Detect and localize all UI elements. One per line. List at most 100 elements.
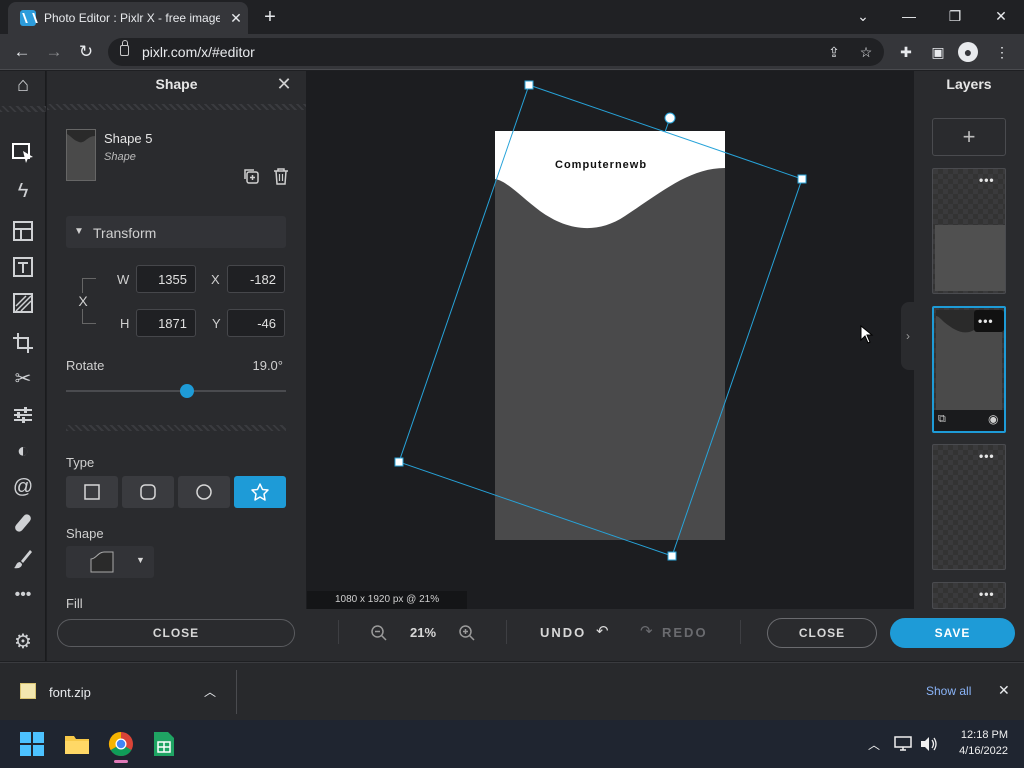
profile-avatar-icon[interactable]: ●	[958, 42, 978, 62]
layer-type: Shape	[104, 151, 136, 163]
save-button[interactable]: SAVE	[890, 618, 1015, 648]
panel-close-icon[interactable]: ✕	[274, 74, 294, 94]
filter-contrast-icon[interactable]: ◐	[8, 436, 38, 466]
window-close-button[interactable]: ✕	[987, 4, 1015, 28]
browser-tab[interactable]: Photo Editor : Pixlr X - free image ✕	[8, 2, 248, 34]
layer-thumbnail	[66, 129, 96, 181]
undo-button[interactable]: UNDO	[540, 625, 586, 640]
panel-close-button[interactable]: CLOSE	[57, 619, 295, 647]
download-chevron-up-icon[interactable]: ︿	[204, 683, 220, 700]
undo-arrow-icon[interactable]: ↶	[596, 622, 609, 640]
layout-icon[interactable]	[8, 216, 38, 246]
file-explorer-icon[interactable]	[64, 732, 90, 761]
minimize-button[interactable]: —	[895, 4, 923, 28]
show-all-link[interactable]: Show all	[926, 684, 971, 698]
side-panel-icon[interactable]: ▣	[928, 42, 948, 62]
tab-search-chevron-icon[interactable]: ⌄	[849, 4, 877, 28]
bookmark-star-icon[interactable]: ☆	[856, 42, 876, 62]
shape-dropdown[interactable]: ▼	[66, 546, 154, 578]
home-icon[interactable]: ⌂	[8, 70, 38, 100]
pattern-tool-icon[interactable]	[8, 288, 38, 318]
network-icon[interactable]	[894, 736, 912, 757]
adjust-sliders-icon[interactable]	[8, 400, 38, 430]
retouch-bandage-icon[interactable]	[8, 508, 38, 538]
windows-start-icon[interactable]	[20, 732, 44, 761]
duplicate-layer-icon[interactable]	[240, 167, 262, 189]
liquify-swirl-icon[interactable]: @	[8, 472, 38, 502]
redo-arrow-icon[interactable]: ↷	[640, 622, 653, 640]
separator	[740, 620, 741, 644]
tab-close-icon[interactable]: ✕	[226, 8, 246, 28]
rotate-slider-track[interactable]	[66, 390, 286, 392]
height-field[interactable]: 1871	[136, 309, 196, 337]
x-position-field[interactable]: -182	[227, 265, 285, 293]
layers-expand-chevron-icon[interactable]: ›	[901, 302, 915, 370]
panel-divider	[47, 104, 306, 110]
address-url[interactable]: pixlr.com/x/#editor	[142, 44, 255, 60]
layer-3-menu-icon[interactable]: •••	[979, 449, 995, 463]
transform-box[interactable]	[306, 71, 914, 609]
reload-icon[interactable]: ↻	[74, 40, 98, 64]
back-icon[interactable]: ←	[10, 40, 34, 64]
layer-lock-icon[interactable]: ⧉	[938, 413, 946, 426]
layer-thumb-2-selected[interactable]: ••• ⧉ ◉	[932, 306, 1006, 433]
redo-button[interactable]: REDO	[662, 625, 708, 640]
rotate-value: 19.0°	[252, 358, 283, 373]
width-field[interactable]: 1355	[136, 265, 196, 293]
transform-label: Transform	[93, 225, 157, 241]
arrange-tool-icon[interactable]	[8, 138, 38, 168]
crop-tool-icon[interactable]	[8, 328, 38, 358]
type-rounded-rect-button[interactable]	[122, 476, 174, 508]
panel-title: Shape	[155, 76, 198, 92]
restore-button[interactable]: ❐	[941, 4, 969, 28]
rotate-label: Rotate	[66, 358, 105, 373]
height-label: H	[120, 316, 130, 331]
add-layer-button[interactable]: +	[932, 118, 1006, 156]
zoom-in-icon[interactable]	[458, 624, 476, 642]
fill-label: Fill	[66, 596, 83, 611]
rotate-slider-knob[interactable]	[180, 384, 194, 398]
mouse-cursor-icon	[860, 324, 874, 350]
layer-thumb-4[interactable]: •••	[932, 582, 1006, 609]
new-tab-button[interactable]: +	[258, 5, 282, 29]
lock-icon[interactable]	[120, 40, 129, 56]
type-custom-shape-button[interactable]	[234, 476, 286, 508]
settings-gear-icon[interactable]: ⚙	[8, 627, 38, 657]
layer-1-menu-icon[interactable]: •••	[979, 173, 995, 187]
type-ellipse-button[interactable]	[178, 476, 230, 508]
layer-1-preview	[935, 225, 1005, 291]
layer-thumb-3[interactable]: •••	[932, 444, 1006, 570]
download-separator	[236, 670, 237, 714]
share-icon[interactable]: ⇪	[824, 42, 844, 62]
volume-icon[interactable]	[920, 736, 938, 757]
type-rectangle-button[interactable]	[66, 476, 118, 508]
taskbar-date[interactable]: 4/16/2022	[950, 745, 1008, 757]
extensions-puzzle-icon[interactable]: ✚	[896, 42, 916, 62]
zip-file-icon[interactable]	[20, 683, 36, 699]
text-tool-icon[interactable]	[8, 252, 38, 282]
sheets-taskbar-icon[interactable]	[153, 731, 175, 762]
chrome-taskbar-icon[interactable]	[108, 731, 134, 762]
y-position-field[interactable]: -46	[227, 309, 285, 337]
shape-label: Shape	[66, 526, 104, 541]
aspect-link-toggle[interactable]: X	[75, 293, 91, 309]
delete-trash-icon[interactable]	[270, 167, 292, 189]
chrome-menu-icon[interactable]: ⋮	[992, 42, 1012, 62]
system-tray-chevron-icon[interactable]: ︿	[868, 736, 880, 753]
layer-visibility-eye-icon[interactable]: ◉	[988, 412, 998, 426]
layer-2-menu-icon[interactable]: •••	[978, 314, 994, 328]
layer-thumb-1[interactable]: •••	[932, 168, 1006, 294]
separator	[338, 620, 339, 644]
taskbar-time[interactable]: 12:18 PM	[958, 729, 1008, 741]
zoom-out-icon[interactable]	[370, 624, 388, 642]
download-bar-close-icon[interactable]: ✕	[998, 682, 1010, 699]
cutout-scissors-icon[interactable]: ✂	[8, 364, 38, 394]
close-editor-button[interactable]: CLOSE	[767, 618, 877, 648]
download-file-name[interactable]: font.zip	[49, 685, 91, 700]
zoom-level[interactable]: 21%	[410, 625, 436, 640]
more-tools-icon[interactable]: •••	[8, 580, 38, 610]
draw-brush-icon[interactable]	[8, 544, 38, 574]
quick-fix-lightning-icon[interactable]: ϟ	[8, 176, 38, 206]
forward-icon[interactable]: →	[42, 40, 66, 64]
layer-4-menu-icon[interactable]: •••	[979, 587, 995, 601]
